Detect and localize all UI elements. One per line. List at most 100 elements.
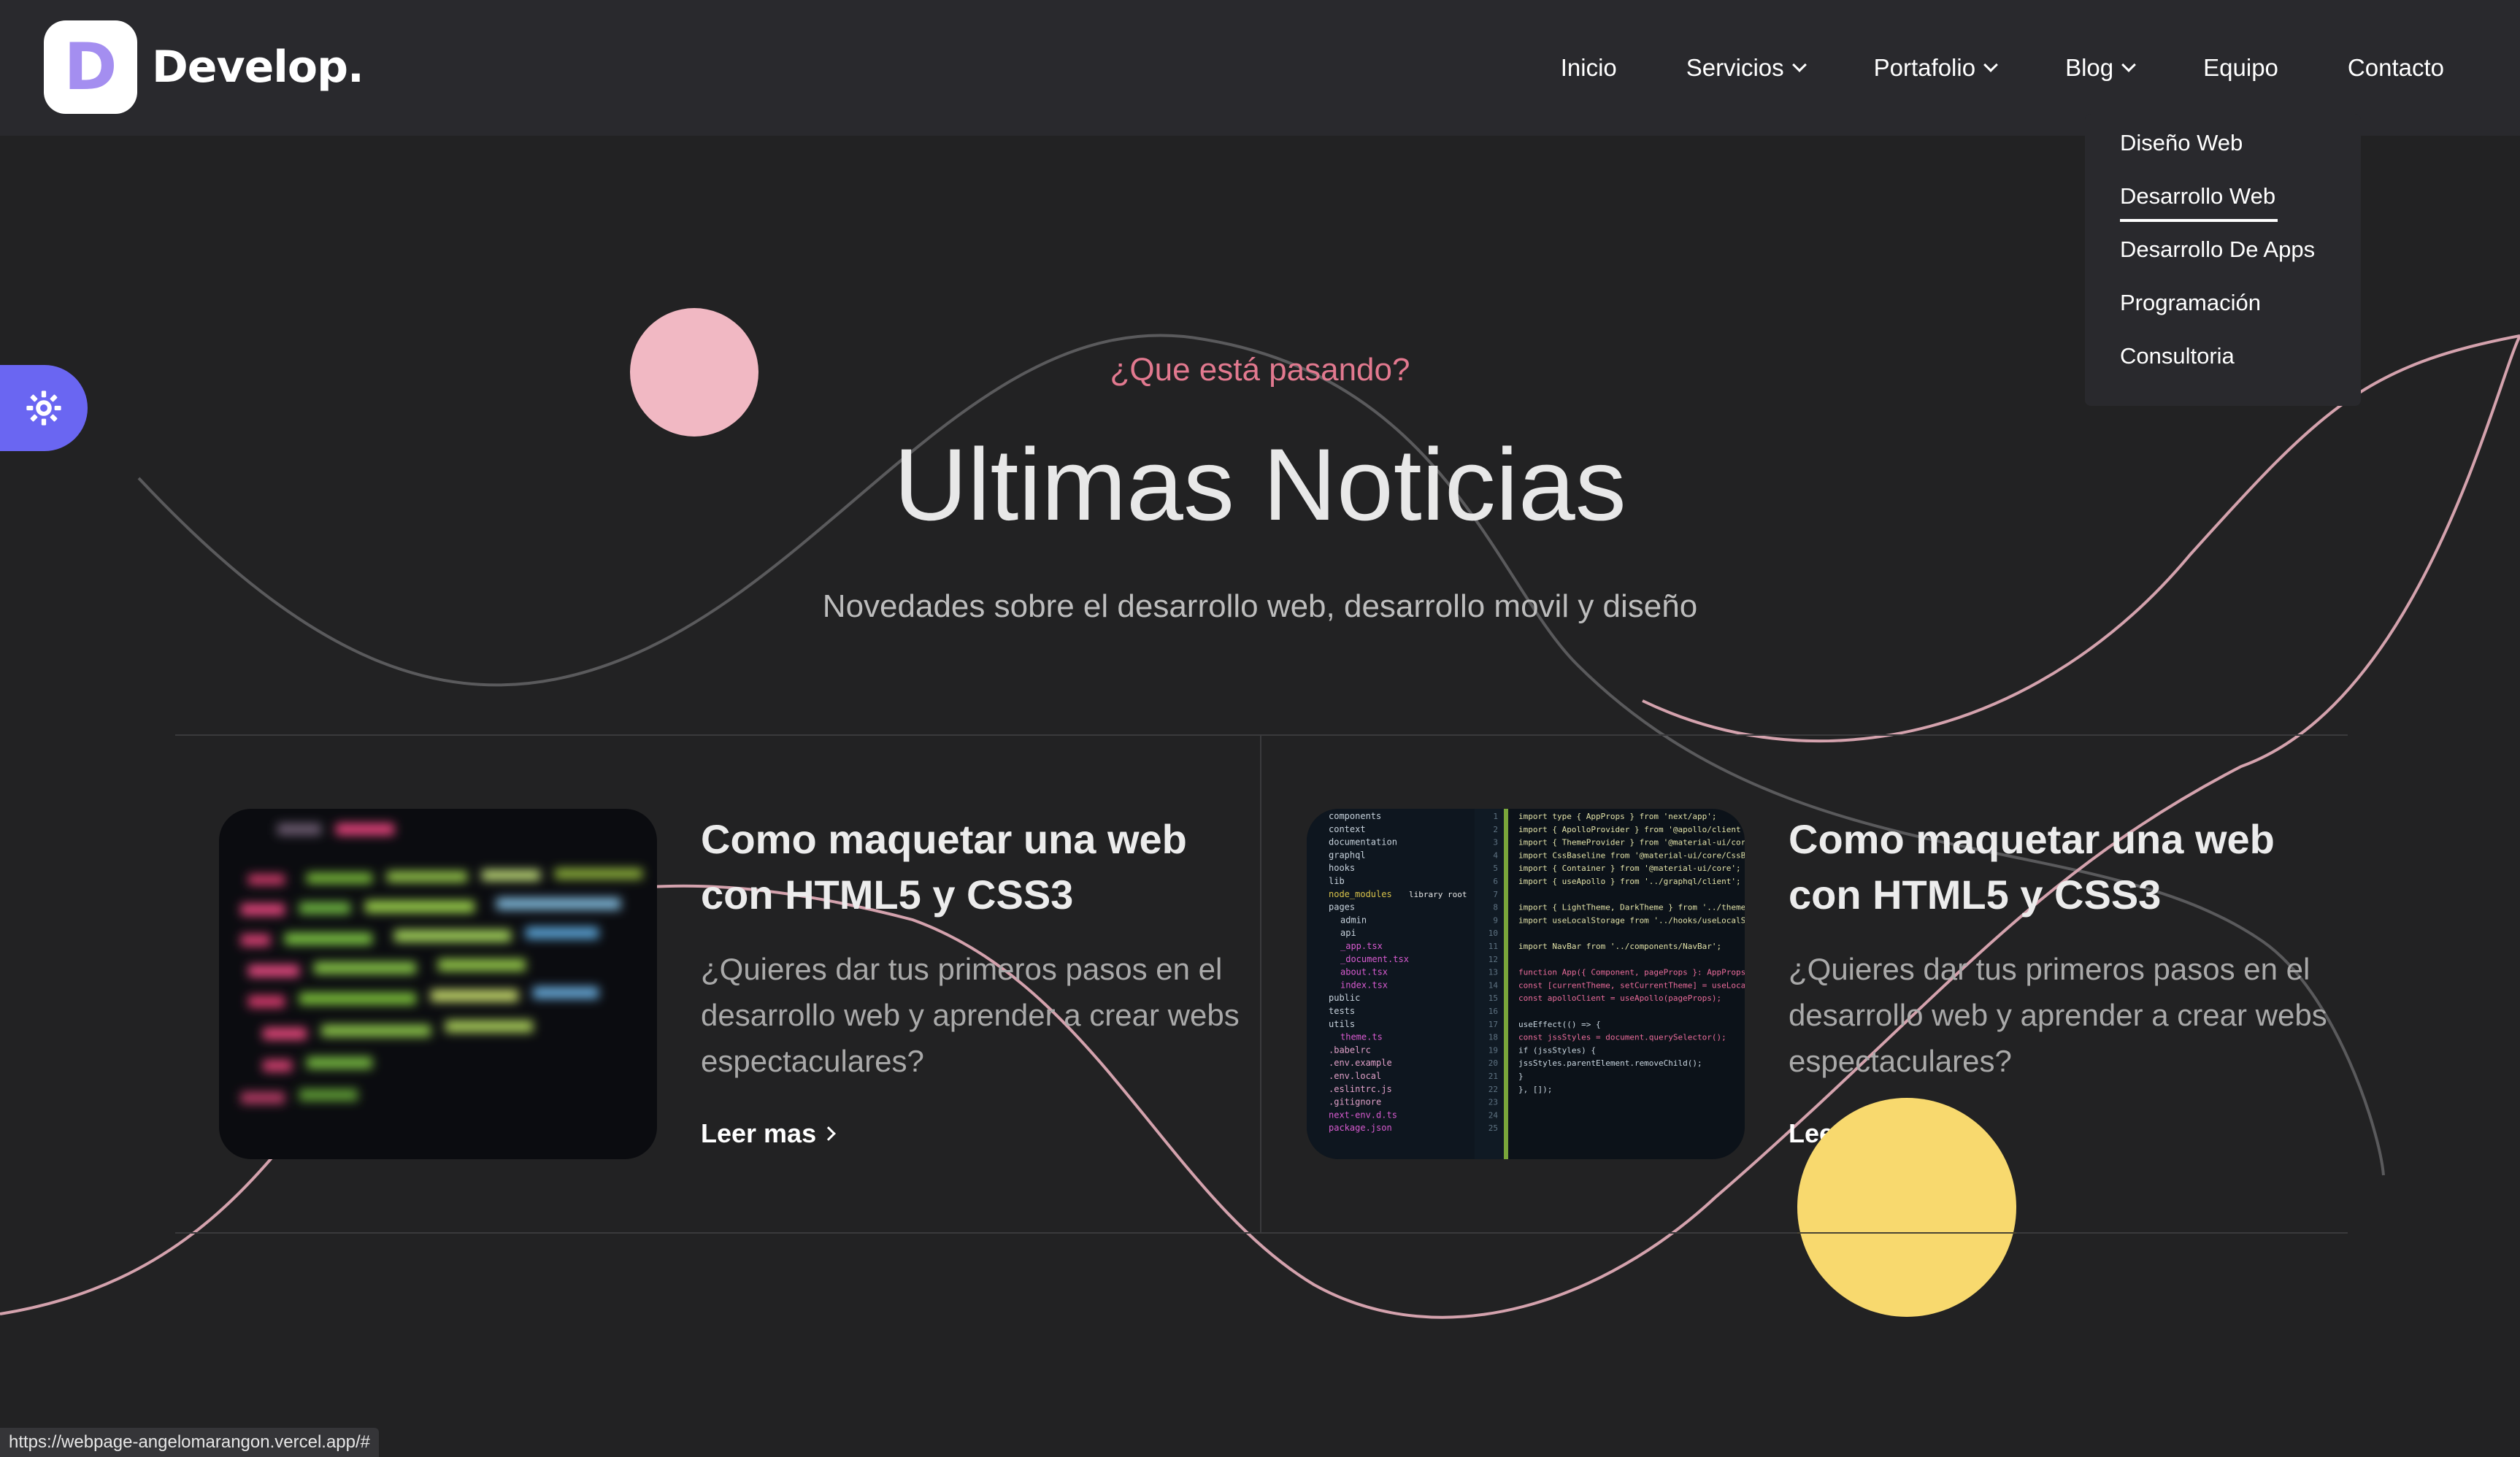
file-tree-entry: utils [1329, 1019, 1355, 1029]
nav-label: Contacto [2347, 54, 2444, 81]
dropdown-item-desarrollo-apps[interactable]: Desarrollo De Apps [2120, 237, 2315, 263]
line-number: 19 [1488, 1045, 1498, 1055]
dropdown-item-programacion[interactable]: Programación [2120, 290, 2261, 316]
code-line: useEffect(() => { [1518, 1020, 1601, 1029]
dropdown-item-diseno-web[interactable]: Diseño Web [2120, 130, 2243, 156]
nav-item-servicios[interactable]: Servicios [1686, 54, 1807, 82]
file-tree-entry: _document.tsx [1340, 954, 1409, 964]
thumbnail-blurred-code [219, 809, 657, 1159]
file-tree-entry: hooks [1329, 863, 1355, 873]
chevron-down-icon [2121, 58, 2137, 72]
line-number: 23 [1488, 1098, 1498, 1107]
chevron-right-icon [1909, 1126, 1924, 1141]
grid-divider-middle [1260, 734, 1261, 1234]
file-tree-entry: package.json [1329, 1123, 1392, 1133]
grid-divider-overlay [1797, 1232, 2016, 1234]
file-tree-entry: about.tsx [1340, 967, 1388, 977]
chevron-down-icon [1983, 58, 1998, 72]
line-number: 25 [1488, 1123, 1498, 1133]
post-title[interactable]: Como maquetar una web con HTML5 y CSS3 [1789, 812, 2329, 923]
page: D Develop. Inicio Servicios Portafolio B… [0, 0, 2520, 1457]
code-line: }, []); [1518, 1085, 1552, 1094]
code-editor-thumbnail[interactable]: components context documentation graphql hoo… [1307, 809, 1745, 1159]
file-tree-entry: .env.example [1329, 1058, 1392, 1068]
grid-divider-bottom [175, 1232, 2348, 1234]
chevron-down-icon [1791, 58, 1807, 72]
read-more-link[interactable]: Leer mas [1789, 1118, 1924, 1149]
post-excerpt: ¿Quieres dar tus primeros pasos en el de… [701, 952, 1240, 1078]
code-line: import { LightTheme, DarkTheme } from '.… [1518, 903, 1745, 912]
brand-name: Develop. [152, 42, 364, 93]
post-excerpt: ¿Quieres dar tus primeros pasos en el de… [1789, 952, 2327, 1078]
file-tree-entry: admin [1340, 915, 1367, 925]
line-number: 15 [1488, 993, 1498, 1003]
file-tree-entry: .env.local [1329, 1071, 1381, 1081]
code-line: const apolloClient = useApollo(pageProps… [1518, 993, 1721, 1003]
line-number: 22 [1488, 1085, 1498, 1094]
file-tree-entry: .babelrc [1329, 1045, 1371, 1055]
nav-label: Portafolio [1873, 54, 1976, 81]
line-number: 12 [1488, 955, 1498, 964]
line-number: 14 [1488, 980, 1499, 990]
brand-logo[interactable]: D Develop. [44, 20, 364, 114]
logo-badge: D [44, 20, 137, 114]
nav-item-equipo[interactable]: Equipo [2203, 54, 2278, 82]
file-tree-entry: lib [1329, 876, 1345, 886]
active-item-underline [2120, 219, 2278, 222]
code-line: import type { AppProps } from 'next/app'… [1518, 812, 1717, 821]
nav-label: Equipo [2203, 54, 2278, 81]
blurred-code-thumbnail[interactable] [219, 809, 657, 1159]
file-tree-entry: node_modules [1329, 889, 1392, 899]
gear-icon [26, 391, 61, 426]
line-number: 1 [1493, 812, 1498, 821]
section-eyebrow: ¿Que está pasando? [1110, 352, 1410, 388]
code-line: const jssStyles = document.querySelector… [1518, 1033, 1726, 1042]
code-line: const [currentTheme, setCurrentTheme] = … [1518, 980, 1745, 990]
file-tree-entry: api [1340, 928, 1356, 938]
line-number: 16 [1488, 1007, 1498, 1016]
file-tree-entry: next-env.d.ts [1329, 1110, 1397, 1120]
nav-item-portafolio[interactable]: Portafolio [1873, 54, 1998, 82]
blog-card: components context documentation graphql hoo… [1307, 809, 2343, 1159]
nav-item-inicio[interactable]: Inicio [1561, 54, 1617, 82]
library-root-badge: library root [1409, 890, 1467, 899]
line-number: 8 [1493, 903, 1498, 912]
section-title: Ultimas Noticias [894, 427, 1626, 542]
line-number: 20 [1488, 1058, 1498, 1068]
line-number: 3 [1493, 838, 1498, 847]
file-tree-entry: .gitignore [1329, 1097, 1381, 1107]
code-line: import useLocalStorage from '../hooks/us… [1518, 915, 1745, 925]
line-number: 24 [1488, 1110, 1499, 1120]
code-line: if (jssStyles) { [1518, 1045, 1596, 1055]
grid-divider-top [175, 734, 2348, 736]
file-tree-entry: theme.ts [1340, 1032, 1383, 1042]
file-tree-entry: documentation [1329, 837, 1397, 847]
nav-item-contacto[interactable]: Contacto [2348, 54, 2444, 82]
logo-letter: D [64, 29, 118, 104]
nav-label: Servicios [1686, 54, 1784, 81]
line-number: 2 [1493, 825, 1498, 834]
blog-card: Como maquetar una web con HTML5 y CSS3 ¿… [219, 809, 1256, 1159]
nav-item-blog[interactable]: Blog [2065, 54, 2137, 82]
file-tree-entry: public [1329, 993, 1360, 1003]
line-number: 10 [1488, 929, 1498, 938]
code-line: import NavBar from '../components/NavBar… [1518, 942, 1721, 951]
read-more-link[interactable]: Leer mas [701, 1118, 837, 1149]
file-tree-entry: pages [1329, 902, 1355, 912]
file-tree-entry: tests [1329, 1006, 1355, 1016]
dropdown-item-desarrollo-web[interactable]: Desarrollo Web [2120, 183, 2275, 209]
nav-label: Inicio [1560, 54, 1617, 81]
chevron-right-icon [821, 1126, 837, 1141]
line-number: 5 [1493, 864, 1498, 873]
code-line: import CssBaseline from '@material-ui/co… [1518, 850, 1745, 860]
code-line: function App({ Component, pageProps }: A… [1518, 968, 1745, 977]
post-title[interactable]: Como maquetar una web con HTML5 y CSS3 [701, 812, 1241, 923]
line-number: 17 [1488, 1020, 1498, 1029]
thumbnail-code-editor: components context documentation graphql hoo… [1307, 809, 1745, 1159]
read-more-label: Leer mas [701, 1118, 817, 1148]
file-tree-entry: graphql [1329, 850, 1366, 860]
line-number: 9 [1493, 915, 1498, 925]
line-number: 18 [1488, 1033, 1498, 1042]
line-number: 6 [1493, 877, 1498, 886]
nav-label: Blog [2065, 54, 2114, 81]
